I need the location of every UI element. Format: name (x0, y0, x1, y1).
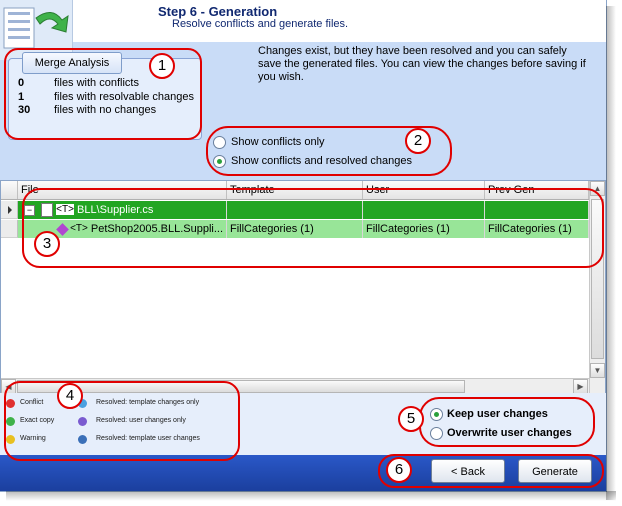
status-message: Changes exist, but they have been resolv… (258, 45, 586, 83)
row-selector[interactable] (1, 201, 18, 219)
row-header-corner (1, 181, 18, 199)
callout-badge-4: 4 (57, 383, 83, 409)
step-title: Step 6 - Generation (158, 4, 278, 19)
wizard-header: Step 6 - Generation Resolve conflicts an… (0, 0, 606, 42)
callout-badge-2: 2 (405, 128, 431, 154)
callout-badge-5: 5 (398, 406, 424, 432)
callout-ring-4 (4, 381, 240, 461)
callout-badge-3: 3 (34, 231, 60, 257)
current-row-arrow-icon (8, 206, 12, 214)
callout-badge-1: 1 (149, 53, 175, 79)
window-shadow-right (606, 6, 616, 500)
window-shadow-bottom (6, 491, 616, 501)
scroll-down-icon[interactable]: ▼ (590, 363, 605, 378)
row-selector[interactable] (1, 220, 18, 238)
wizard-window: Step 6 - Generation Resolve conflicts an… (0, 0, 607, 492)
callout-badge-6: 6 (386, 457, 412, 483)
step-subtitle: Resolve conflicts and generate files. (172, 18, 349, 30)
scroll-right-icon[interactable]: ▶ (573, 379, 588, 394)
callout-ring-5 (419, 397, 595, 447)
callout-ring-3 (22, 188, 604, 268)
